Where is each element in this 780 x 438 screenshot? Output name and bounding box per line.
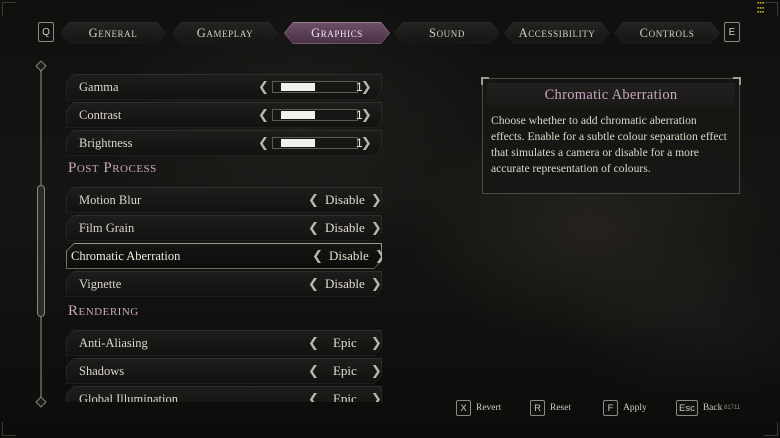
chevron-right-icon[interactable]: ❯	[371, 393, 382, 403]
setting-row-chromatic-aberration[interactable]: Chromatic Aberration ❮ Disable ❯	[66, 243, 382, 269]
setting-label: Gamma	[79, 79, 119, 94]
chevron-right-icon[interactable]: ❯	[371, 222, 382, 235]
apply-key: F	[603, 400, 618, 416]
setting-label: Contrast	[79, 107, 122, 122]
panel-corner	[733, 77, 741, 85]
chevron-left-icon[interactable]: ❮	[308, 393, 319, 403]
setting-value: Disable	[325, 276, 365, 291]
chevron-right-icon[interactable]: ❯	[371, 278, 382, 291]
chevron-right-icon[interactable]: ❯	[371, 365, 382, 378]
setting-label: Chromatic Aberration	[71, 248, 181, 263]
chevron-left-icon[interactable]: ❮	[312, 250, 323, 263]
fps-overlay: ▪▪▪ ▪▪▪ ▪▪▪	[757, 0, 765, 14]
back-key: Esc	[676, 400, 698, 416]
tab-gameplay[interactable]: Gameplay	[172, 22, 278, 44]
revert-button[interactable]: X Revert	[456, 400, 501, 416]
slider-fill	[281, 139, 315, 147]
settings-list: Gamma ❮ ❯ 1 Contrast ❮ ❯ 1 Brightness ❮ …	[66, 72, 384, 402]
info-title: Chromatic Aberration	[544, 86, 678, 103]
frame-corner-tl	[2, 2, 16, 16]
slider-fill	[281, 111, 315, 119]
setting-label: Anti-Aliasing	[79, 335, 148, 350]
tab-accessibility[interactable]: Accessibility	[504, 22, 610, 44]
setting-row-brightness[interactable]: Brightness ❮ ❯ 1	[66, 130, 382, 156]
chevron-left-icon[interactable]: ❮	[308, 194, 319, 207]
setting-label: Shadows	[79, 363, 125, 378]
section-header-post-process: Post Process	[68, 160, 157, 176]
setting-value: 1	[356, 80, 363, 94]
revert-key: X	[456, 400, 471, 416]
chevron-left-icon[interactable]: ❮	[258, 109, 269, 122]
chevron-right-icon[interactable]: ❯	[375, 250, 384, 263]
apply-button[interactable]: F Apply	[603, 400, 647, 416]
setting-value: 1	[356, 136, 363, 150]
setting-row-gamma[interactable]: Gamma ❮ ❯ 1	[66, 74, 382, 100]
reset-label: Reset	[550, 403, 572, 413]
chevron-right-icon[interactable]: ❯	[371, 337, 382, 350]
next-tab-key[interactable]: E	[724, 22, 740, 42]
contrast-slider[interactable]	[272, 109, 358, 121]
revert-label: Revert	[476, 403, 502, 413]
section-header-rendering: Rendering	[68, 303, 139, 319]
frame-corner-bl	[2, 422, 16, 436]
tab-controls[interactable]: Controls	[614, 22, 720, 44]
setting-value: Epic	[332, 391, 357, 402]
panel-corner	[481, 77, 489, 85]
chevron-left-icon[interactable]: ❮	[258, 81, 269, 94]
apply-label: Apply	[623, 403, 647, 413]
setting-row-motion-blur[interactable]: Motion Blur ❮ Disable ❯	[66, 187, 382, 213]
setting-row-film-grain[interactable]: Film Grain ❮ Disable ❯	[66, 215, 382, 241]
back-label: Back	[702, 403, 723, 413]
chevron-left-icon[interactable]: ❮	[308, 278, 319, 291]
chevron-left-icon[interactable]: ❮	[258, 137, 269, 150]
tab-general[interactable]: General	[60, 22, 166, 44]
setting-description-panel: Chromatic Aberration Choose whether to a…	[481, 77, 741, 194]
frame-corner-tr	[764, 2, 778, 16]
setting-row-vignette[interactable]: Vignette ❮ Disable ❯	[66, 271, 382, 297]
reset-button[interactable]: R Reset	[530, 400, 571, 416]
setting-label: Film Grain	[79, 220, 135, 235]
slider-fill	[281, 83, 315, 91]
prev-tab-key[interactable]: Q	[38, 22, 54, 42]
setting-label: Brightness	[79, 135, 133, 150]
build-number: 81711	[724, 405, 741, 411]
setting-label: Motion Blur	[79, 192, 142, 207]
chevron-right-icon[interactable]: ❯	[371, 194, 382, 207]
setting-row-shadows[interactable]: Shadows ❮ Epic ❯	[66, 358, 382, 384]
chevron-left-icon[interactable]: ❮	[308, 365, 319, 378]
back-button[interactable]: Esc Back	[676, 400, 722, 416]
setting-value: Disable	[329, 248, 369, 263]
top-nav: Q General Gameplay Graphics Sound Access…	[0, 22, 780, 44]
scrollbar-thumb[interactable]	[37, 185, 45, 317]
reset-key: R	[530, 400, 545, 416]
tab-graphics[interactable]: Graphics	[284, 22, 390, 44]
setting-value: Disable	[325, 220, 365, 235]
setting-row-anti-aliasing[interactable]: Anti-Aliasing ❮ Epic ❯	[66, 330, 382, 356]
setting-label: Global Illumination	[79, 391, 178, 402]
setting-row-global-illumination[interactable]: Global Illumination ❮ Epic ❯	[66, 386, 382, 402]
tab-sound[interactable]: Sound	[394, 22, 500, 44]
chevron-left-icon[interactable]: ❮	[308, 337, 319, 350]
setting-label: Vignette	[79, 276, 122, 291]
brightness-slider[interactable]	[272, 137, 358, 149]
setting-value: Disable	[325, 192, 365, 207]
info-description: Choose whether to add chromatic aberrati…	[491, 114, 727, 175]
chevron-left-icon[interactable]: ❮	[308, 222, 319, 235]
setting-value: Epic	[332, 363, 357, 378]
setting-row-contrast[interactable]: Contrast ❮ ❯ 1	[66, 102, 382, 128]
setting-value: Epic	[332, 335, 357, 350]
scrollbar-bottom-cap	[35, 396, 47, 408]
info-title-bar: Chromatic Aberration	[487, 83, 735, 107]
scrollbar-top-cap	[35, 60, 47, 72]
frame-corner-br	[764, 422, 778, 436]
gamma-slider[interactable]	[272, 81, 358, 93]
setting-value: 1	[356, 108, 363, 122]
